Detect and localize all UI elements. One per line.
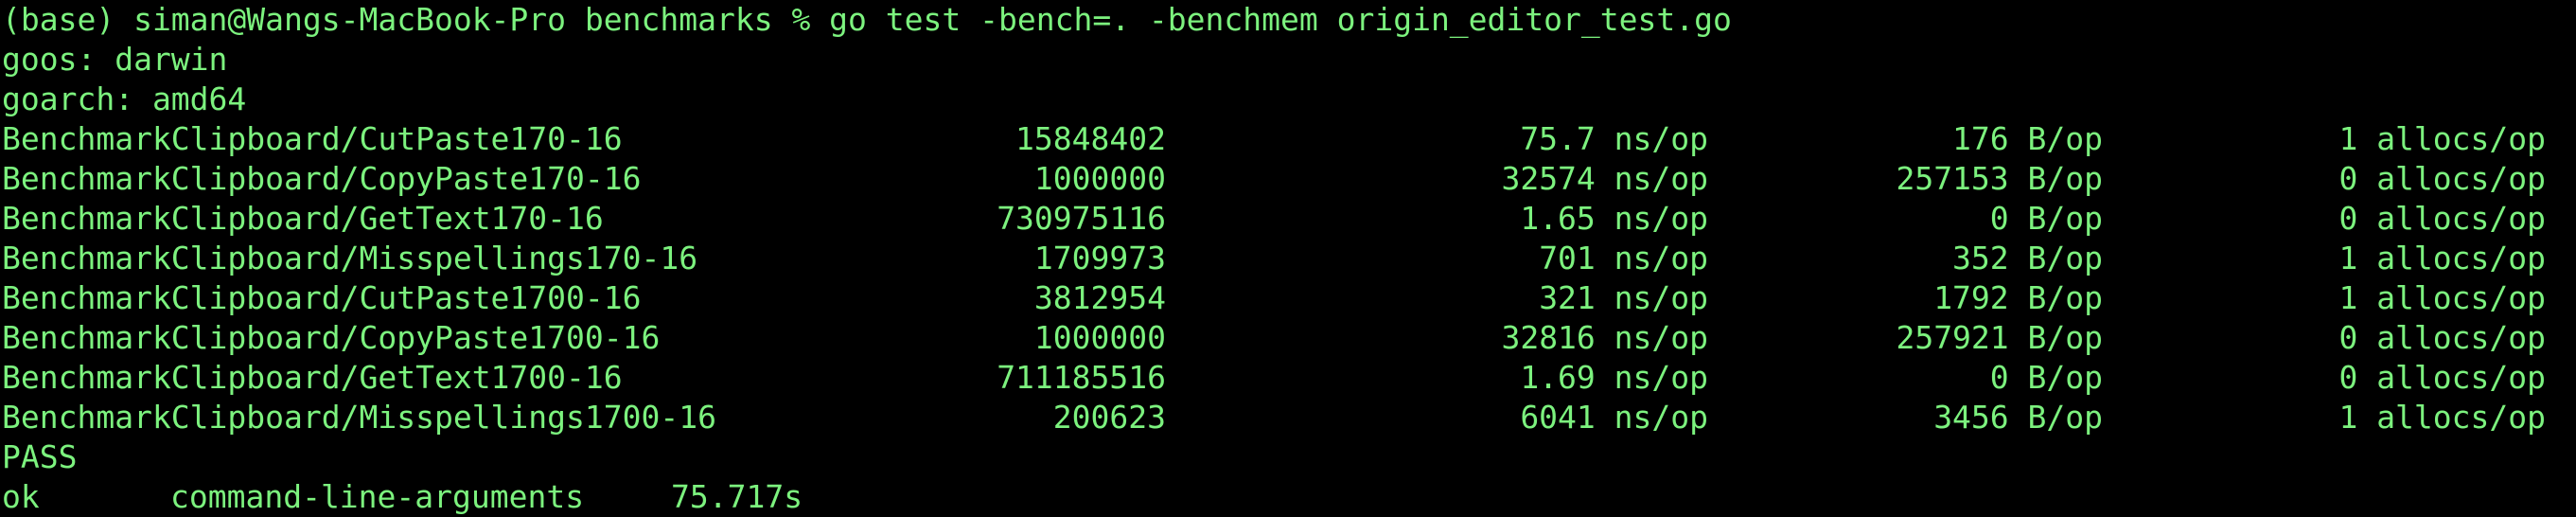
- benchmark-bytes-per-op: 1792 B/op: [1933, 279, 2103, 316]
- benchmark-bytes-per-op: 352 B/op: [1952, 240, 2103, 276]
- benchmark-row: BenchmarkClipboard/GetText1700-16 711185…: [2, 358, 2576, 398]
- benchmark-name: BenchmarkClipboard/CutPaste1700-16: [2, 279, 642, 316]
- benchmark-allocs-per-op: 0 allocs/op: [2338, 359, 2546, 396]
- terminal-window[interactable]: (base) siman@Wangs-MacBook-Pro benchmark…: [0, 0, 2576, 517]
- benchmark-ns-per-op: 1.69 ns/op: [1520, 359, 1708, 396]
- benchmark-ns-per-op: 701 ns/op: [1539, 240, 1708, 276]
- benchmark-iterations: 3812954: [1033, 279, 1166, 316]
- result-duration: 75.717s: [671, 478, 803, 515]
- benchmark-allocs-per-op: 1 allocs/op: [2338, 279, 2546, 316]
- benchmark-allocs-per-op: 0 allocs/op: [2338, 319, 2546, 356]
- command-line: (base) siman@Wangs-MacBook-Pro benchmark…: [2, 0, 2576, 40]
- benchmark-row: BenchmarkClipboard/CutPaste170-16 158484…: [2, 119, 2576, 159]
- benchmark-name: BenchmarkClipboard/CopyPaste1700-16: [2, 319, 661, 356]
- goos-line: goos: darwin: [2, 40, 2576, 80]
- benchmark-bytes-per-op: 257153 B/op: [1896, 160, 2103, 197]
- goos-text: goos: darwin: [2, 41, 228, 78]
- benchmark-iterations: 1709973: [1033, 240, 1166, 276]
- result-status: ok: [2, 478, 40, 515]
- benchmark-row: BenchmarkClipboard/Misspellings1700-16 2…: [2, 398, 2576, 437]
- benchmark-allocs-per-op: 0 allocs/op: [2338, 160, 2546, 197]
- benchmark-allocs-per-op: 1 allocs/op: [2338, 120, 2546, 157]
- goarch-line: goarch: amd64: [2, 80, 2576, 119]
- benchmark-row: BenchmarkClipboard/CopyPaste1700-16 1000…: [2, 318, 2576, 358]
- benchmark-ns-per-op: 1.65 ns/op: [1520, 200, 1708, 237]
- shell-command: (base) siman@Wangs-MacBook-Pro benchmark…: [2, 1, 1732, 38]
- benchmark-allocs-per-op: 1 allocs/op: [2338, 399, 2546, 436]
- benchmark-bytes-per-op: 257921 B/op: [1896, 319, 2103, 356]
- benchmark-ns-per-op: 32816 ns/op: [1501, 319, 1708, 356]
- benchmark-bytes-per-op: 0 B/op: [1989, 359, 2103, 396]
- goarch-text: goarch: amd64: [2, 80, 247, 117]
- benchmark-name: BenchmarkClipboard/GetText1700-16: [2, 359, 623, 396]
- pass-status: PASS: [2, 438, 78, 475]
- benchmark-ns-per-op: 75.7 ns/op: [1520, 120, 1708, 157]
- benchmark-allocs-per-op: 1 allocs/op: [2338, 240, 2546, 276]
- benchmark-name: BenchmarkClipboard/CutPaste170-16: [2, 120, 623, 157]
- benchmark-name: BenchmarkClipboard/CopyPaste170-16: [2, 160, 642, 197]
- benchmark-name: BenchmarkClipboard/GetText170-16: [2, 200, 604, 237]
- benchmark-row: BenchmarkClipboard/Misspellings170-16 17…: [2, 239, 2576, 278]
- benchmark-ns-per-op: 321 ns/op: [1539, 279, 1708, 316]
- benchmark-name: BenchmarkClipboard/Misspellings170-16: [2, 240, 698, 276]
- benchmark-iterations: 200623: [1052, 399, 1166, 436]
- benchmark-name: BenchmarkClipboard/Misspellings1700-16: [2, 399, 716, 436]
- benchmark-iterations: 1000000: [1033, 160, 1166, 197]
- result-line: ok command-line-arguments 75.717s: [2, 477, 2576, 517]
- benchmark-iterations: 1000000: [1033, 319, 1166, 356]
- benchmark-bytes-per-op: 176 B/op: [1952, 120, 2103, 157]
- benchmark-ns-per-op: 6041 ns/op: [1520, 399, 1708, 436]
- benchmark-iterations: 730975116: [997, 200, 1166, 237]
- benchmark-row: BenchmarkClipboard/CutPaste1700-16 38129…: [2, 278, 2576, 318]
- benchmark-row: BenchmarkClipboard/GetText170-16 7309751…: [2, 199, 2576, 239]
- benchmark-allocs-per-op: 0 allocs/op: [2338, 200, 2546, 237]
- benchmark-iterations: 15848402: [1015, 120, 1166, 157]
- pass-line: PASS: [2, 437, 2576, 477]
- result-package: command-line-arguments: [170, 478, 585, 515]
- benchmark-row: BenchmarkClipboard/CopyPaste170-16 10000…: [2, 159, 2576, 199]
- benchmark-bytes-per-op: 0 B/op: [1989, 200, 2103, 237]
- benchmark-ns-per-op: 32574 ns/op: [1501, 160, 1708, 197]
- benchmark-bytes-per-op: 3456 B/op: [1933, 399, 2103, 436]
- benchmark-iterations: 711185516: [997, 359, 1166, 396]
